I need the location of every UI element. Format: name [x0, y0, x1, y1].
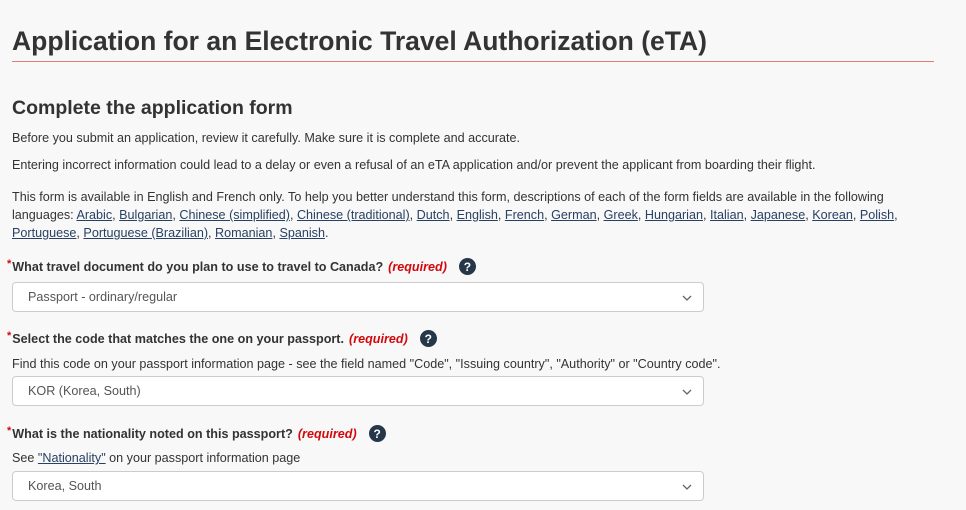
travel-document-question: * What travel document do you plan to us…	[7, 258, 476, 275]
language-link-bulgarian[interactable]: Bulgarian	[119, 208, 172, 222]
chevron-down-icon	[682, 484, 692, 490]
question-mark-circle-icon[interactable]: ?	[368, 425, 386, 442]
language-link-korean[interactable]: Korean	[812, 208, 853, 222]
language-link-arabic[interactable]: Arabic	[76, 208, 112, 222]
travel-document-select[interactable]: Passport - ordinary/regular	[12, 282, 704, 312]
required-label: (required)	[388, 259, 447, 274]
intro-paragraph-1: Before you submit an application, review…	[12, 131, 520, 145]
required-marker: *	[7, 329, 12, 342]
language-link-japanese[interactable]: Japanese	[751, 208, 806, 222]
language-link-romanian[interactable]: Romanian	[215, 226, 272, 240]
language-link-polish[interactable]: Polish	[860, 208, 894, 222]
passport-code-question: * Select the code that matches the one o…	[7, 330, 437, 347]
language-link-italian[interactable]: Italian	[710, 208, 744, 222]
required-marker: *	[7, 257, 12, 270]
nationality-value: Korea, South	[28, 479, 102, 493]
language-link-portuguese-brazilian[interactable]: Portuguese (Brazilian)	[83, 226, 208, 240]
language-link-english[interactable]: English	[457, 208, 498, 222]
title-divider	[12, 61, 934, 62]
passport-code-value: KOR (Korea, South)	[28, 384, 141, 398]
travel-document-label: What travel document do you plan to use …	[12, 259, 384, 274]
passport-code-label: Select the code that matches the one on …	[12, 331, 344, 346]
nationality-hint-prefix: See	[12, 451, 38, 465]
language-link-french[interactable]: French	[505, 208, 544, 222]
page-title: Application for an Electronic Travel Aut…	[12, 26, 707, 56]
nationality-link[interactable]: "Nationality"	[38, 451, 106, 465]
nationality-question: * What is the nationality noted on this …	[7, 425, 386, 442]
section-title: Complete the application form	[12, 97, 293, 119]
nationality-hint: See "Nationality" on your passport infor…	[12, 451, 300, 465]
language-link-chinese-traditional[interactable]: Chinese (traditional)	[297, 208, 410, 222]
language-link-german[interactable]: German	[551, 208, 597, 222]
passport-code-select[interactable]: KOR (Korea, South)	[12, 376, 704, 406]
travel-document-value: Passport - ordinary/regular	[28, 290, 178, 304]
intro-paragraph-2: Entering incorrect information could lea…	[12, 158, 816, 172]
language-link-greek[interactable]: Greek	[604, 208, 638, 222]
eta-application-page: Application for an Electronic Travel Aut…	[0, 0, 966, 510]
language-link-chinese-simplified[interactable]: Chinese (simplified)	[179, 208, 290, 222]
language-link-dutch[interactable]: Dutch	[417, 208, 450, 222]
question-mark-circle-icon[interactable]: ?	[458, 258, 476, 275]
nationality-label: What is the nationality noted on this pa…	[12, 426, 293, 441]
language-link-portuguese[interactable]: Portuguese	[12, 226, 76, 240]
chevron-down-icon	[682, 295, 692, 301]
language-link-hungarian[interactable]: Hungarian	[645, 208, 703, 222]
language-link-spanish[interactable]: Spanish	[279, 226, 325, 240]
required-marker: *	[7, 424, 12, 437]
intro-paragraph-3: This form is available in English and Fr…	[12, 190, 898, 240]
passport-code-hint: Find this code on your passport informat…	[12, 357, 721, 371]
chevron-down-icon	[682, 389, 692, 395]
question-mark-circle-icon[interactable]: ?	[419, 330, 437, 347]
required-label: (required)	[297, 426, 357, 441]
nationality-hint-suffix: on your passport information page	[105, 451, 301, 465]
required-label: (required)	[349, 331, 408, 346]
nationality-select[interactable]: Korea, South	[12, 471, 704, 501]
